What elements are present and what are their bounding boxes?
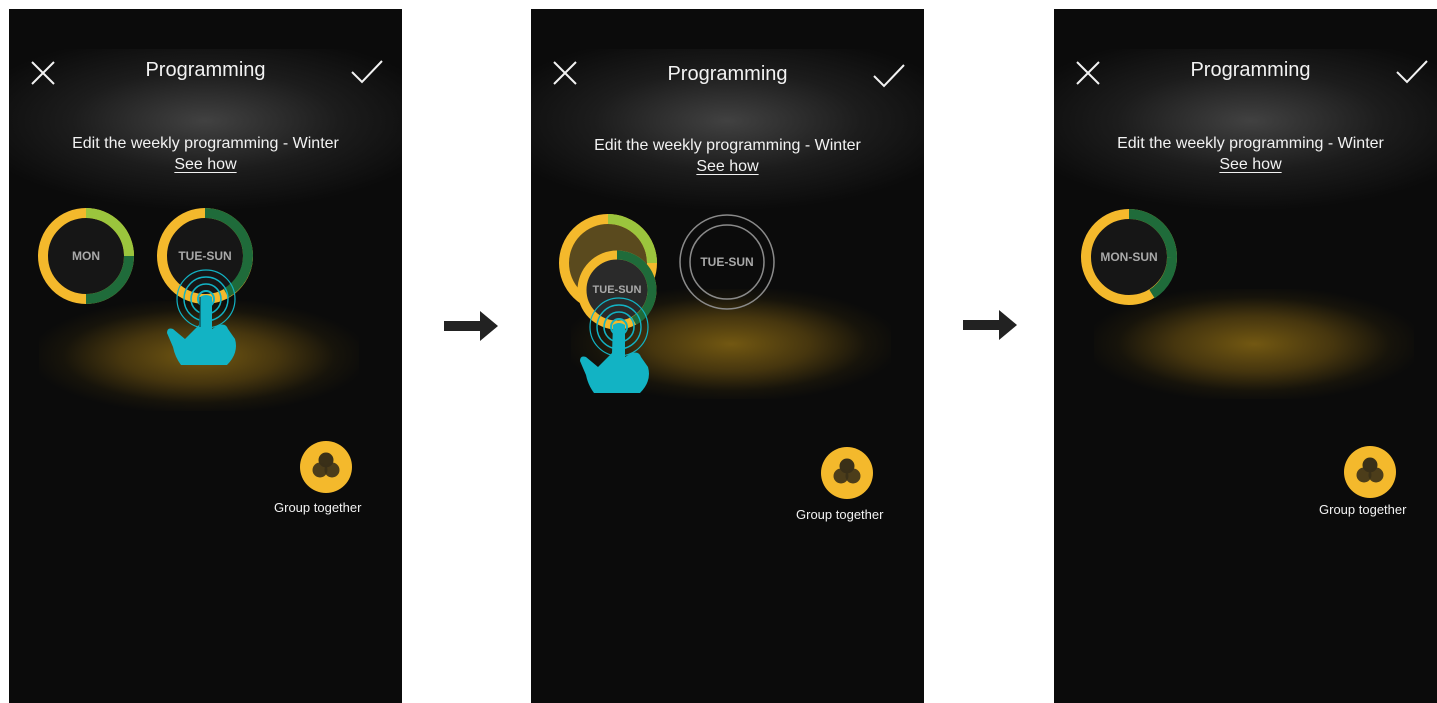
see-how-link-row: See how — [9, 156, 402, 174]
day-ring-dragging[interactable]: TUE-SUN — [576, 249, 658, 331]
day-ring-mon[interactable]: MON — [37, 207, 135, 305]
tutorial-sequence: Programming Edit the weekly programming … — [0, 0, 1437, 703]
group-together-label: Group together — [1319, 502, 1407, 517]
next-step-arrow-icon — [444, 311, 498, 341]
see-how-link[interactable]: See how — [696, 158, 758, 175]
see-how-link[interactable]: See how — [1219, 156, 1281, 173]
ring-label: MON-SUN — [1100, 250, 1158, 264]
day-ring-empty-slot[interactable]: TUE-SUN — [677, 212, 777, 312]
phone-screen-step-3: Programming Edit the weekly programming … — [1054, 9, 1437, 703]
checkmark-icon[interactable] — [1395, 59, 1429, 85]
see-how-link-row: See how — [1054, 156, 1437, 174]
page-title: Programming — [145, 59, 266, 81]
ring-label: TUE-SUN — [700, 255, 754, 269]
group-together-button[interactable] — [1344, 446, 1396, 498]
day-ring-tue-sun[interactable]: TUE-SUN — [156, 207, 254, 305]
ring-label: TUE-SUN — [178, 249, 232, 263]
group-together-label: Group together — [274, 500, 362, 515]
page-title: Programming — [667, 63, 788, 85]
phone-screen-step-2: Programming Edit the weekly programming … — [531, 9, 924, 703]
phone-screen-step-1: Programming Edit the weekly programming … — [9, 9, 402, 703]
page-title: Programming — [1190, 59, 1311, 81]
day-ring-mon-sun[interactable]: MON-SUN — [1080, 208, 1178, 306]
ring-label: TUE-SUN — [592, 284, 642, 296]
checkmark-icon[interactable] — [350, 59, 384, 85]
amber-glow — [39, 301, 359, 411]
see-how-link[interactable]: See how — [174, 156, 236, 173]
checkmark-icon[interactable] — [872, 63, 906, 89]
subtitle: Edit the weekly programming - Winter — [72, 135, 339, 152]
subtitle: Edit the weekly programming - Winter — [594, 137, 861, 154]
subtitle: Edit the weekly programming - Winter — [1117, 135, 1384, 152]
group-together-button[interactable] — [300, 441, 352, 493]
next-step-arrow-icon — [963, 310, 1017, 340]
ring-label: MON — [72, 249, 100, 263]
group-together-label: Group together — [796, 507, 884, 522]
group-together-button[interactable] — [821, 447, 873, 499]
see-how-link-row: See how — [531, 158, 924, 176]
